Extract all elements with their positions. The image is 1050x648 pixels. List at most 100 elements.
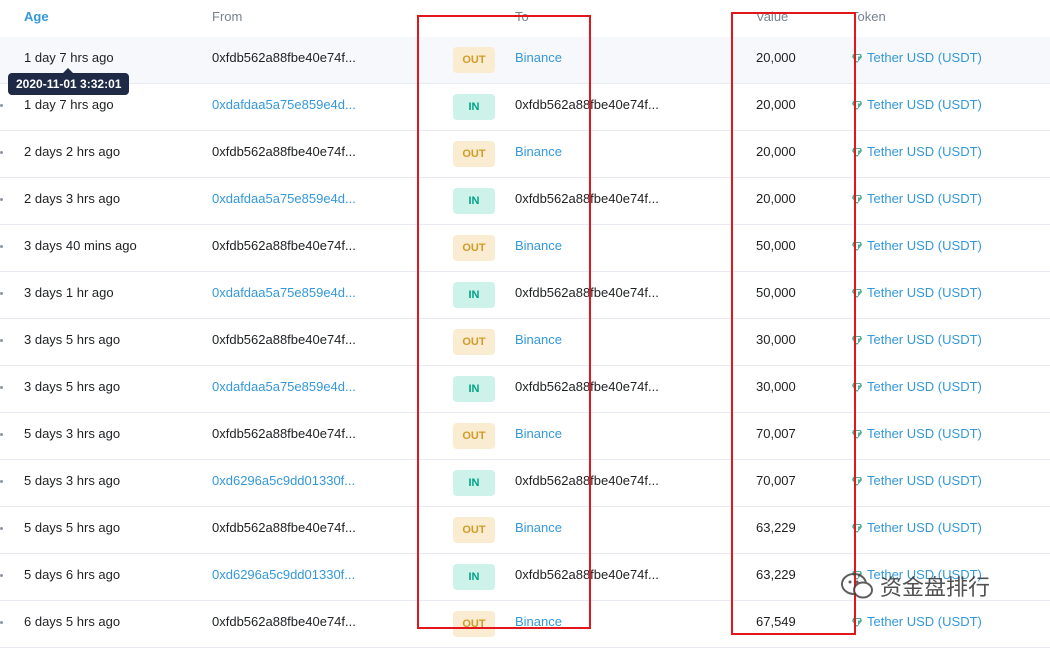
value-cell: 70,007 (756, 473, 796, 488)
tether-token-icon (852, 429, 862, 439)
token-link[interactable]: Tether USD (USDT) (851, 144, 982, 159)
tether-token-icon (852, 288, 862, 298)
token-name[interactable]: Tether USD (USDT) (867, 191, 982, 206)
age-cell: 3 days 40 mins ago (24, 238, 137, 253)
value-cell: 63,229 (756, 520, 796, 535)
age-cell: 1 day 7 hrs ago (24, 97, 114, 112)
tether-token-icon (852, 617, 862, 627)
to-address: 0xfdb562a88fbe40e74f... (515, 285, 659, 300)
age-cell: 5 days 3 hrs ago (24, 426, 121, 441)
to-address[interactable]: Binance (515, 238, 665, 253)
token-link[interactable]: Tether USD (USDT) (851, 50, 982, 65)
direction-badge: IN (453, 470, 495, 496)
tether-token-icon (852, 147, 862, 157)
direction-badge: IN (453, 188, 495, 214)
to-address: 0xfdb562a88fbe40e74f... (515, 97, 659, 112)
table-row: 1 day 7 hrs ago 0xdafdaa5a75e859e4d... IN 0… (0, 84, 1050, 131)
table-row: 2 days 3 hrs ago 0xdafdaa5a75e859e4d... IN… (0, 178, 1050, 225)
token-name[interactable]: Tether USD (USDT) (867, 332, 982, 347)
from-address[interactable]: 0xd6296a5c9dd01330f... (212, 473, 362, 488)
direction-badge: OUT (453, 141, 495, 167)
token-name[interactable]: Tether USD (USDT) (867, 285, 982, 300)
token-link[interactable]: Tether USD (USDT) (851, 191, 982, 206)
table-row: 5 days 3 hrs ago 0xfdb562a88fbe40e74f... O… (0, 413, 1050, 460)
age-cell: 6 days 5 hrs ago (24, 614, 121, 629)
age-cell: 1 day 7 hrs ago (24, 50, 114, 65)
watermark: 资金盘排行 (840, 570, 990, 602)
direction-badge: IN (453, 564, 495, 590)
token-name[interactable]: Tether USD (USDT) (867, 379, 982, 394)
to-address[interactable]: Binance (515, 144, 665, 159)
token-name[interactable]: Tether USD (USDT) (867, 50, 982, 65)
row-marker (0, 433, 3, 436)
tether-token-icon (852, 335, 862, 345)
tether-token-icon (852, 382, 862, 392)
header-from: From (212, 9, 243, 24)
direction-badge: IN (453, 376, 495, 402)
token-link[interactable]: Tether USD (USDT) (851, 614, 982, 629)
header-token: Token (851, 9, 886, 24)
row-marker (0, 527, 3, 530)
direction-badge: IN (453, 94, 495, 120)
token-name[interactable]: Tether USD (USDT) (867, 520, 982, 535)
token-name[interactable]: Tether USD (USDT) (867, 97, 982, 112)
direction-badge: OUT (453, 423, 495, 449)
value-cell: 50,000 (756, 285, 796, 300)
value-cell: 20,000 (756, 97, 796, 112)
token-link[interactable]: Tether USD (USDT) (851, 379, 982, 394)
to-address[interactable]: Binance (515, 520, 665, 535)
table-row: 2 days 2 hrs ago 0xfdb562a88fbe40e74f... O… (0, 131, 1050, 178)
header-value: Value (756, 9, 789, 24)
to-address: 0xfdb562a88fbe40e74f... (515, 191, 659, 206)
token-name[interactable]: Tether USD (USDT) (867, 426, 982, 441)
header-to: To (515, 9, 529, 24)
row-marker (0, 245, 3, 248)
from-address: 0xfdb562a88fbe40e74f... (212, 332, 356, 347)
table-row: 6 days 5 hrs ago 0xfdb562a88fbe40e74f... O… (0, 601, 1050, 648)
token-name[interactable]: Tether USD (USDT) (867, 614, 982, 629)
token-link[interactable]: Tether USD (USDT) (851, 97, 982, 112)
to-address[interactable]: Binance (515, 426, 665, 441)
value-cell: 67,549 (756, 614, 796, 629)
token-name[interactable]: Tether USD (USDT) (867, 238, 982, 253)
token-link[interactable]: Tether USD (USDT) (851, 332, 982, 347)
table-row: 5 days 5 hrs ago 0xfdb562a88fbe40e74f... O… (0, 507, 1050, 554)
row-marker (0, 292, 3, 295)
token-name[interactable]: Tether USD (USDT) (867, 144, 982, 159)
direction-badge: OUT (453, 47, 495, 73)
token-link[interactable]: Tether USD (USDT) (851, 238, 982, 253)
token-name[interactable]: Tether USD (USDT) (867, 473, 982, 488)
row-marker (0, 574, 3, 577)
tether-token-icon (852, 194, 862, 204)
age-cell: 5 days 5 hrs ago (24, 520, 121, 535)
age-cell: 2 days 3 hrs ago (24, 191, 121, 206)
timestamp-tooltip: 2020-11-01 3:32:01 (8, 68, 130, 95)
tether-token-icon (852, 476, 862, 486)
table-row: 3 days 5 hrs ago 0xdafdaa5a75e859e4d... IN… (0, 366, 1050, 413)
row-marker (0, 198, 3, 201)
table-header: Age From To Value Token (0, 0, 1050, 38)
age-cell: 3 days 1 hr ago (24, 285, 114, 300)
token-link[interactable]: Tether USD (USDT) (851, 520, 982, 535)
to-address[interactable]: Binance (515, 50, 665, 65)
row-marker (0, 339, 3, 342)
from-address: 0xfdb562a88fbe40e74f... (212, 614, 356, 629)
from-address[interactable]: 0xdafdaa5a75e859e4d... (212, 191, 362, 206)
to-address[interactable]: Binance (515, 614, 665, 629)
table-row: 3 days 1 hr ago 0xdafdaa5a75e859e4d... IN 0… (0, 272, 1050, 319)
from-address[interactable]: 0xd6296a5c9dd01330f... (212, 567, 362, 582)
from-address[interactable]: 0xdafdaa5a75e859e4d... (212, 379, 362, 394)
transactions-table: 1 day 7 hrs ago 0xfdb562a88fbe40e74f... OU… (0, 37, 1050, 648)
token-link[interactable]: Tether USD (USDT) (851, 426, 982, 441)
from-address[interactable]: 0xdafdaa5a75e859e4d... (212, 97, 362, 112)
token-link[interactable]: Tether USD (USDT) (851, 473, 982, 488)
row-marker (0, 104, 3, 107)
from-address[interactable]: 0xdafdaa5a75e859e4d... (212, 285, 362, 300)
header-age[interactable]: Age (24, 9, 49, 24)
value-cell: 30,000 (756, 332, 796, 347)
age-cell: 5 days 6 hrs ago (24, 567, 121, 582)
to-address[interactable]: Binance (515, 332, 665, 347)
direction-badge: OUT (453, 235, 495, 261)
tether-token-icon (852, 241, 862, 251)
token-link[interactable]: Tether USD (USDT) (851, 285, 982, 300)
